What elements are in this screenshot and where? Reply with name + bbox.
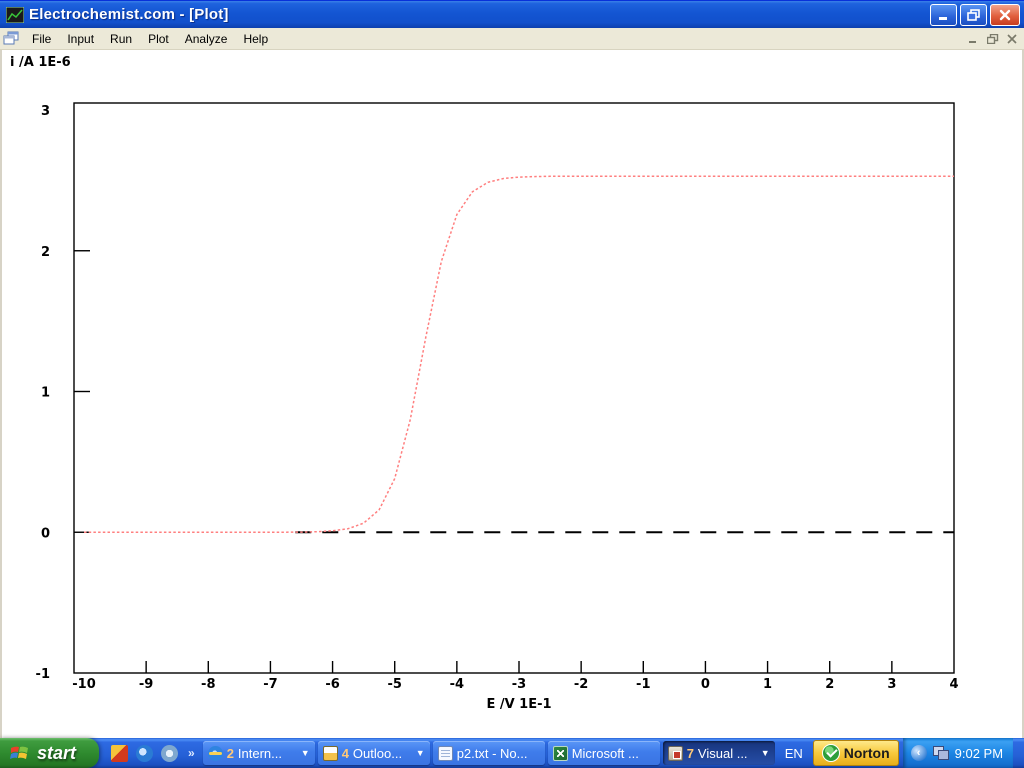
window-title: Electrochemist.com - [Plot] xyxy=(29,6,927,23)
outlook-icon xyxy=(323,746,338,761)
mdi-minimize-button[interactable] xyxy=(966,32,982,46)
dropdown-arrow-icon[interactable]: ▼ xyxy=(761,748,770,758)
taskbar-button-outlook[interactable]: 4 Outloo... ▼ xyxy=(318,741,430,765)
menu-bar: FileInputRunPlotAnalyzeHelp xyxy=(0,28,1024,50)
dropdown-arrow-icon[interactable]: ▼ xyxy=(416,748,425,758)
mdi-restore-button[interactable] xyxy=(985,32,1001,46)
y-tick-label: 2 xyxy=(41,245,50,260)
menu-help[interactable]: Help xyxy=(235,29,276,49)
taskbar-button-internet-explorer[interactable]: 2 Intern... ▼ xyxy=(203,741,315,765)
window-count-badge: 4 xyxy=(342,746,349,761)
mdi-child-icon[interactable] xyxy=(3,31,20,46)
taskbar-button-excel[interactable]: Microsoft ... xyxy=(548,741,660,765)
menu-plot[interactable]: Plot xyxy=(140,29,177,49)
x-tick-label: -2 xyxy=(574,677,588,692)
system-tray: ‹ 9:02 PM xyxy=(903,738,1013,768)
x-tick-label: -10 xyxy=(72,677,96,692)
clock: 9:02 PM xyxy=(955,746,1003,761)
menu-input[interactable]: Input xyxy=(59,29,102,49)
norton-check-icon xyxy=(822,744,840,762)
x-tick-label: -8 xyxy=(201,677,215,692)
voltammogram-chart: -10-9-8-7-6-5-4-3-2-1012343210-1i /A 1E-… xyxy=(2,50,1022,738)
restore-button[interactable] xyxy=(960,4,987,26)
y-tick-label: 0 xyxy=(41,526,50,541)
tray-collapse-chevron-icon[interactable]: ‹ xyxy=(911,745,927,761)
x-tick-label: -9 xyxy=(139,677,153,692)
quick-launch-chevron-icon[interactable]: » xyxy=(186,746,195,760)
norton-label: Norton xyxy=(844,745,890,761)
x-axis-title: E /V 1E-1 xyxy=(486,697,551,712)
y-tick-label: 3 xyxy=(41,104,50,119)
taskbar-buttons: 2 Intern... ▼ 4 Outloo... ▼ p2.txt - No... Micr… xyxy=(203,741,775,765)
y-tick-label: -1 xyxy=(36,667,50,682)
minimize-button[interactable] xyxy=(930,4,957,26)
quick-launch-icon-2[interactable] xyxy=(136,745,153,762)
x-tick-label: -1 xyxy=(636,677,650,692)
internet-explorer-icon xyxy=(208,746,223,761)
taskbar: start » 2 Intern... ▼ 4 Outloo... ▼ p2.txt - N… xyxy=(0,738,1024,768)
menu-run[interactable]: Run xyxy=(102,29,140,49)
taskbar-button-label: Visual ... xyxy=(698,746,757,761)
x-tick-label: -3 xyxy=(512,677,526,692)
x-tick-label: -6 xyxy=(325,677,339,692)
x-tick-label: -5 xyxy=(387,677,401,692)
taskbar-button-visual-app[interactable]: 7 Visual ... ▼ xyxy=(663,741,775,765)
window-count-badge: 7 xyxy=(687,746,694,761)
menu-analyze[interactable]: Analyze xyxy=(177,29,236,49)
start-label: start xyxy=(37,743,76,764)
dropdown-arrow-icon[interactable]: ▼ xyxy=(301,748,310,758)
close-button[interactable] xyxy=(990,4,1020,26)
x-tick-label: 4 xyxy=(949,677,958,692)
network-tray-icon[interactable] xyxy=(933,746,949,760)
x-tick-label: 0 xyxy=(701,677,710,692)
language-indicator[interactable]: EN xyxy=(775,746,813,761)
x-tick-label: 2 xyxy=(825,677,834,692)
quick-launch-area: » xyxy=(99,745,203,762)
title-bar: Electrochemist.com - [Plot] xyxy=(0,0,1024,28)
window-count-badge: 2 xyxy=(227,746,234,761)
x-tick-label: -4 xyxy=(450,677,464,692)
plot-client-area: -10-9-8-7-6-5-4-3-2-1012343210-1i /A 1E-… xyxy=(0,50,1024,738)
quick-launch-icon-1[interactable] xyxy=(111,745,128,762)
taskbar-button-label: Outloo... xyxy=(353,746,412,761)
quick-launch-icon-3[interactable] xyxy=(161,745,178,762)
y-tick-label: 1 xyxy=(41,386,50,401)
taskbar-button-label: Intern... xyxy=(238,746,297,761)
taskbar-button-label: p2.txt - No... xyxy=(457,746,540,761)
plot-frame xyxy=(74,103,954,673)
x-tick-label: 3 xyxy=(887,677,896,692)
y-axis-title: i /A 1E-6 xyxy=(10,55,71,70)
application-window: Electrochemist.com - [Plot] FileIn xyxy=(0,0,1024,768)
x-tick-label: 1 xyxy=(763,677,772,692)
windows-flag-icon xyxy=(9,743,31,763)
app-plot-icon xyxy=(6,7,24,23)
taskbar-button-label: Microsoft ... xyxy=(572,746,655,761)
norton-badge[interactable]: Norton xyxy=(813,740,899,766)
menu-file[interactable]: File xyxy=(24,29,59,49)
excel-icon xyxy=(553,746,568,761)
taskbar-button-notepad[interactable]: p2.txt - No... xyxy=(433,741,545,765)
menu-items: FileInputRunPlotAnalyzeHelp xyxy=(24,29,276,49)
visual-app-icon xyxy=(668,746,683,761)
notepad-icon xyxy=(438,746,453,761)
x-tick-label: -7 xyxy=(263,677,277,692)
start-button[interactable]: start xyxy=(0,738,99,768)
mdi-close-button[interactable] xyxy=(1004,32,1020,46)
